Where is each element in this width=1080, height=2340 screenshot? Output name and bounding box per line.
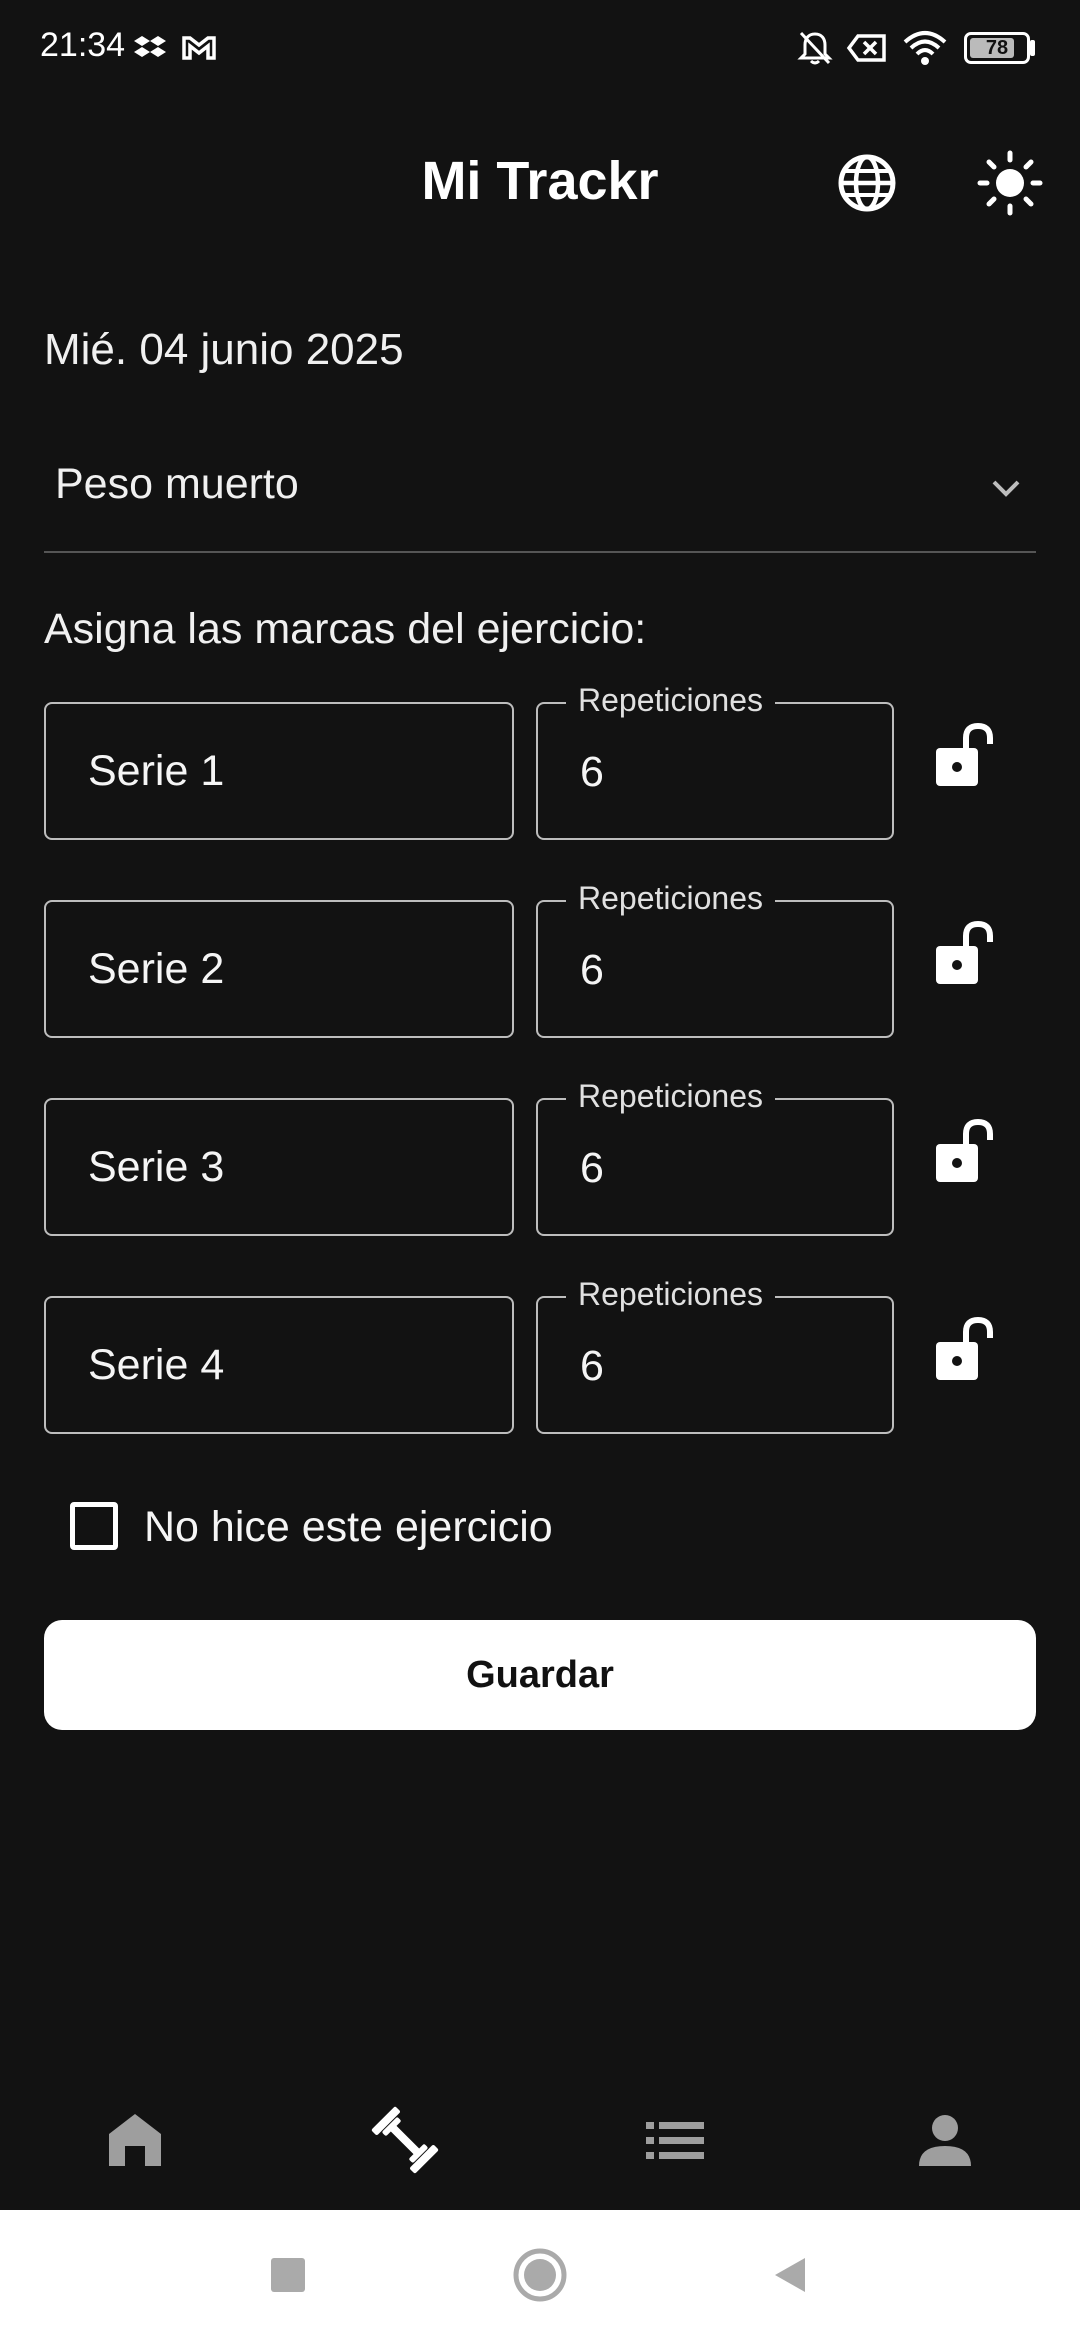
lock-open-icon[interactable]: [928, 720, 1004, 796]
person-icon: [919, 2115, 971, 2166]
battery-icon: 78: [964, 32, 1030, 64]
gmail-icon: [182, 36, 216, 60]
back-triangle-icon: [775, 2258, 805, 2292]
skip-exercise-row[interactable]: No hice este ejercicio: [64, 1497, 764, 1557]
list-icon: [646, 2122, 704, 2159]
nav-home[interactable]: [0, 2070, 270, 2210]
reps-value: 6: [580, 748, 604, 796]
series-row: Serie 1 Repeticiones 6: [0, 682, 1080, 840]
nav-list[interactable]: [540, 2070, 810, 2210]
wifi-icon: [903, 31, 947, 65]
save-button-label: Guardar: [466, 1653, 614, 1696]
series-name: Serie 3: [88, 1143, 225, 1191]
series-name-field[interactable]: Serie 3: [44, 1098, 514, 1236]
skip-exercise-checkbox[interactable]: [70, 1502, 118, 1550]
reps-field[interactable]: Repeticiones 6: [536, 880, 894, 1038]
theme-toggle-button[interactable]: [975, 148, 1045, 218]
chevron-down-icon: [992, 480, 1020, 497]
battery-percent: 78: [985, 37, 1009, 59]
bottom-navigation: [0, 2070, 1080, 2210]
skip-exercise-label: No hice este ejercicio: [144, 1503, 553, 1551]
home-icon: [109, 2114, 161, 2166]
nav-workout[interactable]: [270, 2070, 540, 2210]
reps-field[interactable]: Repeticiones 6: [536, 1276, 894, 1434]
series-name: Serie 1: [88, 747, 225, 795]
assign-marks-label: Asigna las marcas del ejercicio:: [44, 605, 647, 653]
sun-icon: [977, 150, 1043, 216]
exercise-select-value: Peso muerto: [55, 460, 299, 508]
status-bar: 21:34 78: [0, 0, 1080, 96]
series-row: Serie 2 Repeticiones 6: [0, 880, 1080, 1038]
language-button[interactable]: [832, 148, 902, 218]
reps-value: 6: [580, 946, 604, 994]
series-name-field[interactable]: Serie 2: [44, 900, 514, 1038]
exercise-select[interactable]: Peso muerto: [44, 440, 1036, 553]
back-button[interactable]: [760, 2245, 820, 2305]
reps-value: 6: [580, 1144, 604, 1192]
reps-value: 6: [580, 1342, 604, 1390]
series-name: Serie 2: [88, 945, 225, 993]
reps-field[interactable]: Repeticiones 6: [536, 682, 894, 840]
reps-label: Repeticiones: [566, 1078, 775, 1115]
status-time: 21:34: [40, 26, 126, 64]
dropbox-icon: [134, 36, 166, 57]
series-row: Serie 4 Repeticiones 6: [0, 1276, 1080, 1434]
globe-icon: [838, 154, 896, 212]
home-system-button[interactable]: [510, 2245, 570, 2305]
series-name: Serie 4: [88, 1341, 225, 1389]
reps-label: Repeticiones: [566, 880, 775, 917]
app-title: Mi Trackr: [421, 151, 659, 211]
bell-off-icon: [797, 31, 833, 65]
lock-open-icon[interactable]: [928, 918, 1004, 994]
reps-field[interactable]: Repeticiones 6: [536, 1078, 894, 1236]
no-sim-icon: [846, 34, 886, 62]
reps-label: Repeticiones: [566, 1276, 775, 1313]
system-navigation-bar: [0, 2210, 1080, 2340]
lock-open-icon[interactable]: [928, 1314, 1004, 1390]
lock-open-icon[interactable]: [928, 1116, 1004, 1192]
square-icon: [271, 2258, 305, 2292]
nav-profile[interactable]: [810, 2070, 1080, 2210]
reps-label: Repeticiones: [566, 682, 775, 719]
circle-icon: [513, 2248, 567, 2302]
battery-tip: [1030, 40, 1035, 56]
series-row: Serie 3 Repeticiones 6: [0, 1078, 1080, 1236]
date-label: Mié. 04 junio 2025: [44, 325, 404, 374]
dumbbell-icon: [371, 2106, 439, 2174]
series-name-field[interactable]: Serie 1: [44, 702, 514, 840]
save-button[interactable]: Guardar: [44, 1620, 1036, 1730]
series-name-field[interactable]: Serie 4: [44, 1296, 514, 1434]
recents-button[interactable]: [258, 2245, 318, 2305]
